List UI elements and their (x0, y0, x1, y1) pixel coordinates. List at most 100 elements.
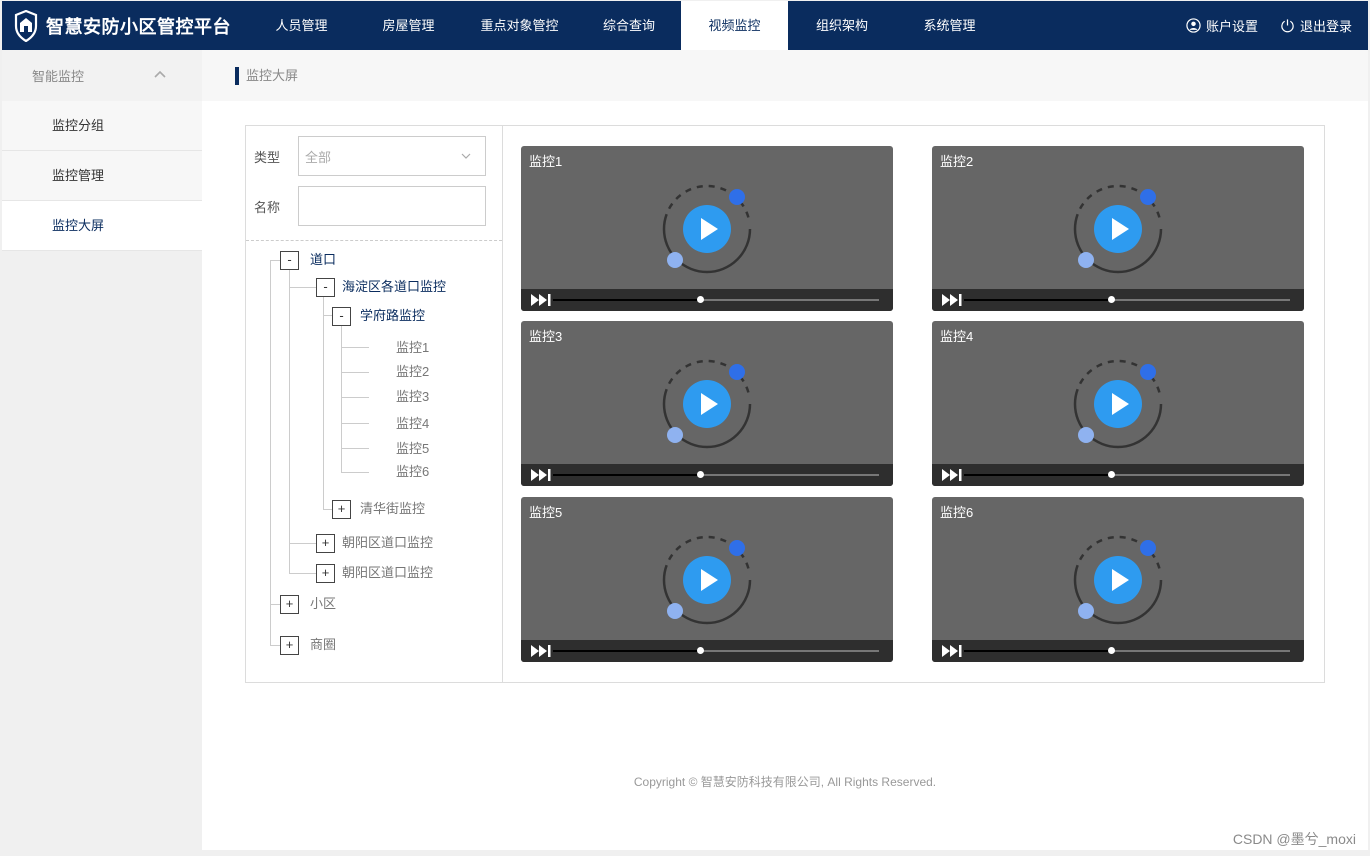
tree-line (289, 543, 316, 544)
tree-toggle-chaoyang[interactable]: + (316, 534, 335, 553)
watermark: CSDN @墨兮_moxi (1232, 831, 1356, 847)
tree-leaf-cam[interactable]: 监控5 (396, 440, 429, 458)
video-progress-handle[interactable] (696, 296, 704, 303)
video-progress-fill (964, 474, 1111, 476)
video-player[interactable]: 监控6 (932, 497, 1304, 662)
video-player[interactable]: 监控4 (932, 321, 1304, 486)
video-progress-fill (553, 299, 700, 301)
video-progress-fill (553, 650, 700, 652)
tree-leaf-cam[interactable]: 监控2 (396, 363, 429, 381)
sidebar-item-manage[interactable]: 监控管理 (2, 151, 202, 201)
video-progress[interactable] (964, 471, 1290, 478)
fast-forward-icon[interactable] (531, 645, 551, 657)
tree-toggle-qinghua[interactable]: + (332, 500, 351, 519)
video-progress[interactable] (964, 647, 1290, 654)
video-progress[interactable] (964, 296, 1290, 303)
sidebar-item-group[interactable]: 监控分组 (2, 101, 202, 151)
main-nav: 人员管理 房屋管理 重点对象管控 综合查询 视频监控 组织架构 系统管理 (248, 1, 1003, 50)
tree-line (341, 372, 369, 373)
header-actions: 账户设置 退出登录 (1186, 1, 1352, 50)
fast-forward-icon[interactable] (942, 294, 962, 306)
tree-toggle-daokou[interactable]: - (280, 251, 299, 270)
nav-item-personnel[interactable]: 人员管理 (248, 1, 355, 50)
sidebar-item-screen[interactable]: 监控大屏 (2, 201, 202, 251)
video-player[interactable]: 监控2 (932, 146, 1304, 311)
tree-line (270, 604, 280, 605)
play-icon[interactable] (1071, 357, 1165, 451)
video-player[interactable]: 监控5 (521, 497, 893, 662)
video-controls (932, 464, 1304, 486)
video-player[interactable]: 监控1 (521, 146, 893, 311)
tree-node-xiaoqu[interactable]: 小区 (310, 595, 336, 613)
video-progress-handle[interactable] (696, 471, 704, 478)
nav-item-query[interactable]: 综合查询 (577, 1, 681, 50)
chevron-up-icon (154, 70, 166, 78)
tree-line (323, 315, 332, 316)
video-progress[interactable] (553, 296, 879, 303)
tree-line (323, 297, 324, 509)
logout-link[interactable]: 退出登录 (1280, 16, 1352, 35)
video-progress-handle[interactable] (1107, 471, 1115, 478)
tree-toggle-haidian[interactable]: - (316, 278, 335, 297)
fast-forward-icon[interactable] (942, 469, 962, 481)
nav-item-system[interactable]: 系统管理 (896, 1, 1003, 50)
video-progress-handle[interactable] (1107, 296, 1115, 303)
tree-node-xuefu[interactable]: 学府路监控 (360, 307, 425, 325)
video-controls (932, 289, 1304, 311)
play-icon[interactable] (660, 533, 754, 627)
video-progress-handle[interactable] (1107, 647, 1115, 654)
tree-node-chaoyang[interactable]: 朝阳区道口监控 (342, 534, 433, 552)
filter-pane: 类型 全部 名称 - 道口 - 海淀区各道口监控 - 学府路监控 监控1 监控2… (246, 126, 503, 682)
tree-line (341, 347, 369, 348)
power-icon (1281, 19, 1294, 33)
nav-item-key-objects[interactable]: 重点对象管控 (462, 1, 577, 50)
tree-node-chaoyang-2[interactable]: 朝阳区道口监控 (342, 564, 433, 582)
video-controls (521, 289, 893, 311)
tree-line (289, 287, 316, 288)
play-icon[interactable] (660, 357, 754, 451)
monitor-panel: 类型 全部 名称 - 道口 - 海淀区各道口监控 - 学府路监控 监控1 监控2… (245, 125, 1325, 683)
account-settings-link[interactable]: 账户设置 (1186, 16, 1258, 35)
footer-copyright: Copyright © 智慧安防科技有限公司, All Rights Reser… (633, 775, 937, 789)
tree-node-haidian[interactable]: 海淀区各道口监控 (342, 278, 446, 296)
tree-line (270, 260, 271, 646)
tree-line (341, 472, 369, 473)
tree-toggle-shangquan[interactable]: + (280, 636, 299, 655)
tree-node-daokou[interactable]: 道口 (310, 251, 336, 269)
tree-toggle-xiaoqu[interactable]: + (280, 595, 299, 614)
video-title: 监控6 (940, 505, 974, 520)
video-player[interactable]: 监控3 (521, 321, 893, 486)
video-controls (932, 640, 1304, 662)
nav-item-housing[interactable]: 房屋管理 (355, 1, 462, 50)
fast-forward-icon[interactable] (531, 469, 551, 481)
tree-toggle-xuefu[interactable]: - (332, 307, 351, 326)
video-title: 监控5 (529, 505, 563, 520)
tree-leaf-cam[interactable]: 监控3 (396, 388, 429, 406)
sidebar: 监控分组 监控管理 监控大屏 (2, 101, 202, 856)
play-icon[interactable] (1071, 533, 1165, 627)
tree-leaf-cam[interactable]: 监控4 (396, 415, 429, 433)
sidebar-group-toggle[interactable]: 智能监控 (2, 50, 202, 101)
play-icon[interactable] (1071, 182, 1165, 276)
tree-node-qinghua[interactable]: 清华街监控 (360, 500, 425, 518)
video-controls (521, 640, 893, 662)
video-progress[interactable] (553, 471, 879, 478)
tree-toggle-chaoyang-2[interactable]: + (316, 564, 335, 583)
tree-leaf-cam[interactable]: 监控1 (396, 339, 429, 357)
tree-node-shangquan[interactable]: 商圈 (310, 636, 336, 654)
nav-item-org[interactable]: 组织架构 (788, 1, 896, 50)
nav-item-video[interactable]: 视频监控 (681, 1, 788, 50)
video-progress[interactable] (553, 647, 879, 654)
fast-forward-icon[interactable] (531, 294, 551, 306)
tree-line (270, 645, 280, 646)
app-logo[interactable]: 智慧安防小区管控平台 (14, 1, 231, 50)
tree-leaf-cam[interactable]: 监控6 (396, 463, 429, 481)
user-circle-icon (1186, 18, 1201, 33)
video-title: 监控4 (940, 329, 974, 344)
tree-line (341, 397, 369, 398)
play-icon[interactable] (660, 182, 754, 276)
fast-forward-icon[interactable] (942, 645, 962, 657)
video-progress-handle[interactable] (696, 647, 704, 654)
video-title: 监控2 (940, 154, 974, 169)
sub-header: 智能监控 监控大屏 (2, 50, 1368, 101)
